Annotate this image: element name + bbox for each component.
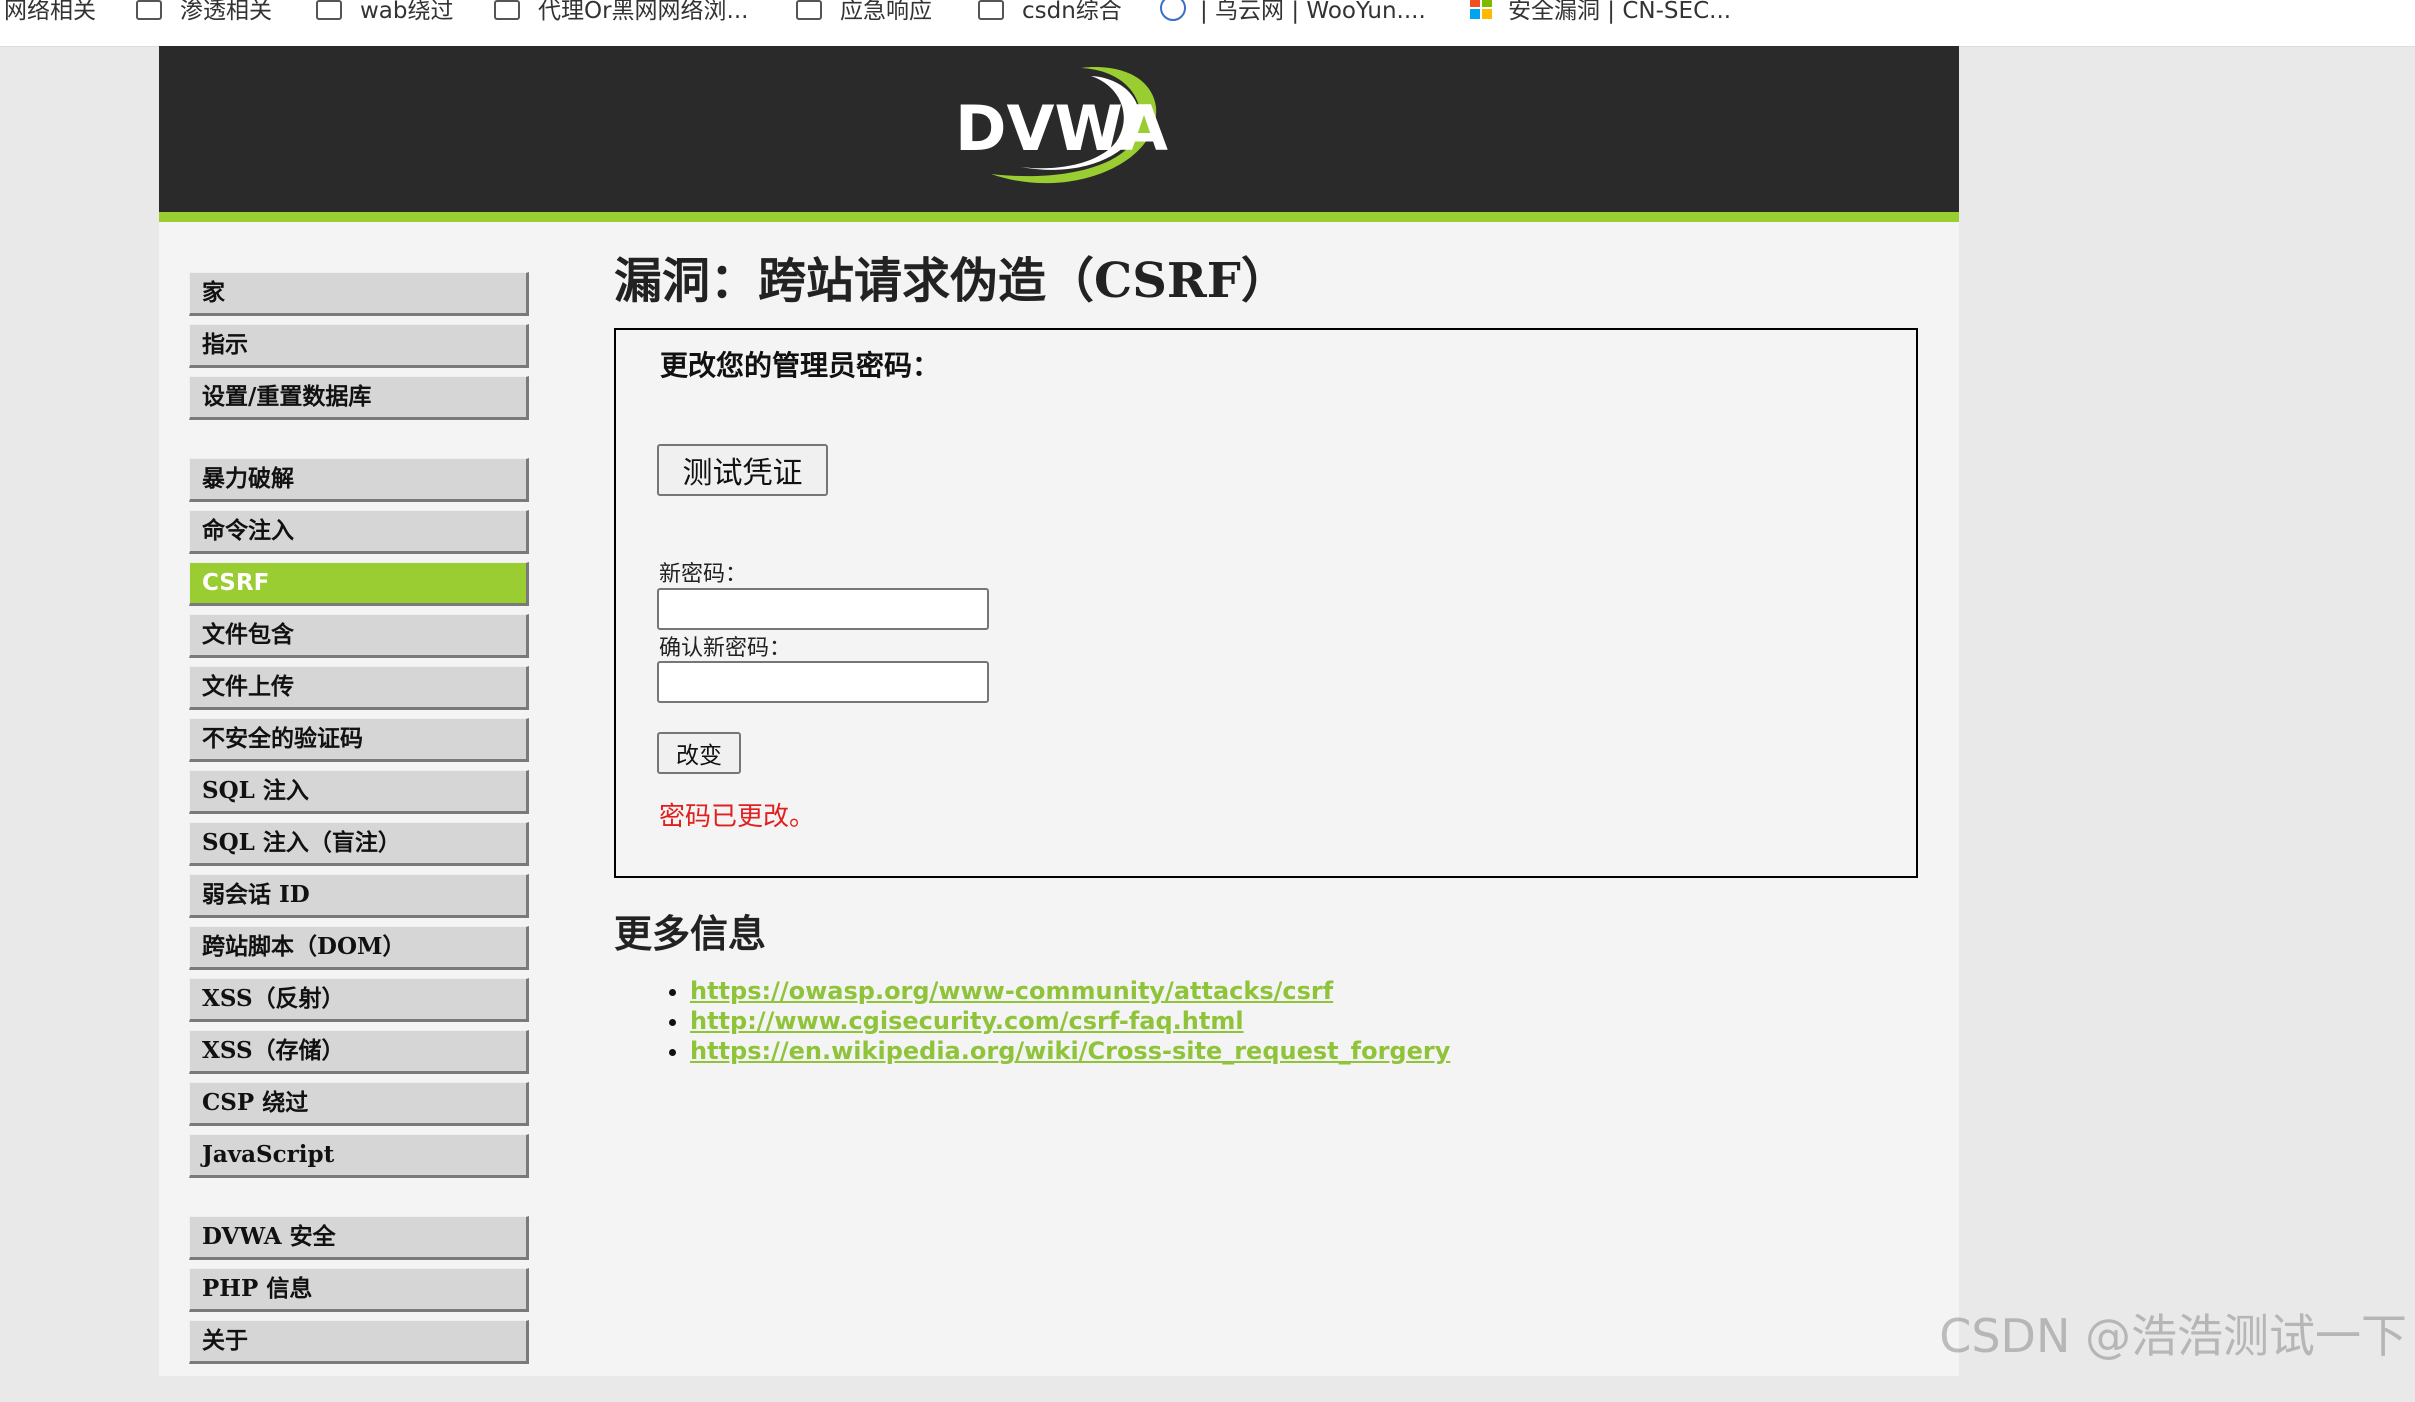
new-password-label: 新密码： [659, 556, 747, 588]
main-content: 漏洞：跨站请求伪造（CSRF） 更改您的管理员密码： 测试凭证 新密码： 确认新… [614, 246, 1924, 326]
bookmark-label: csdn综合 [1022, 0, 1122, 25]
bookmark-site[interactable]: 安全漏洞 | CN-SEC... [1470, 0, 1731, 26]
menu-item-command-injection[interactable]: 命令注入 [189, 510, 529, 554]
globe-icon [1160, 0, 1186, 21]
list-item: https://owasp.org/www-community/attacks/… [690, 976, 1450, 1006]
menu-item-file-upload[interactable]: 文件上传 [189, 666, 529, 710]
folder-icon [978, 0, 1004, 20]
bookmark-label: 应急响应 [840, 0, 932, 25]
change-button[interactable]: 改变 [657, 732, 741, 774]
folder-icon [796, 0, 822, 20]
menu-item-xss-stored[interactable]: XSS（存储） [189, 1030, 529, 1074]
bookmark-label: 安全漏洞 | CN-SEC... [1508, 0, 1731, 25]
menu-item-xss-reflected[interactable]: XSS（反射） [189, 978, 529, 1022]
folder-icon [494, 0, 520, 20]
watermark: CSDN @浩浩测试一下 [1939, 1300, 2407, 1366]
page-title: 漏洞：跨站请求伪造（CSRF） [614, 246, 1924, 326]
test-credentials-button[interactable]: 测试凭证 [657, 444, 828, 496]
form-heading: 更改您的管理员密码： [660, 344, 940, 384]
menu-item-javascript[interactable]: JavaScript [189, 1134, 529, 1178]
menu-block-vulnerabilities: 暴力破解 命令注入 CSRF 文件包含 文件上传 不安全的验证码 SQL 注入 … [189, 458, 529, 1178]
list-item: https://en.wikipedia.org/wiki/Cross-site… [690, 1036, 1450, 1066]
menu-item-file-inclusion[interactable]: 文件包含 [189, 614, 529, 658]
folder-icon [316, 0, 342, 20]
menu-item-dvwa-security[interactable]: DVWA 安全 [189, 1216, 529, 1260]
page-header: DVWA [159, 46, 1959, 222]
menu-item-sql-injection[interactable]: SQL 注入 [189, 770, 529, 814]
csrf-form-box: 更改您的管理员密码： 测试凭证 新密码： 确认新密码： 改变 密码已更改。 [614, 328, 1918, 878]
menu-item-home[interactable]: 家 [189, 272, 529, 316]
bookmark-label: | 乌云网 | WooYun.... [1200, 0, 1426, 25]
more-info-title: 更多信息 [614, 903, 766, 958]
menu-item-weak-session-id[interactable]: 弱会话 ID [189, 874, 529, 918]
menu-item-instructions[interactable]: 指示 [189, 324, 529, 368]
confirm-password-input[interactable] [657, 661, 989, 703]
bookmark-folder[interactable]: 渗透相关 [136, 0, 272, 26]
link-wikipedia-csrf[interactable]: https://en.wikipedia.org/wiki/Cross-site… [690, 1037, 1450, 1065]
dvwa-page: DVWA 家 指示 设置/重置数据库 暴力破解 命令注入 CSRF 文件包含 文… [159, 46, 1959, 1376]
bookmark-folder[interactable]: 应急响应 [796, 0, 932, 26]
logo-text: DVWA [955, 92, 1168, 165]
menu-item-brute-force[interactable]: 暴力破解 [189, 458, 529, 502]
menu-item-php-info[interactable]: PHP 信息 [189, 1268, 529, 1312]
menu-item-setup[interactable]: 设置/重置数据库 [189, 376, 529, 420]
bookmark-site[interactable]: | 乌云网 | WooYun.... [1160, 0, 1426, 26]
menu-item-csp-bypass[interactable]: CSP 绕过 [189, 1082, 529, 1126]
menu-item-insecure-captcha[interactable]: 不安全的验证码 [189, 718, 529, 762]
more-info-links: https://owasp.org/www-community/attacks/… [654, 976, 1450, 1066]
grid-icon [1470, 0, 1492, 19]
link-cgisecurity-csrf[interactable]: http://www.cgisecurity.com/csrf-faq.html [690, 1007, 1244, 1035]
bookmarks-bar: 网络相关 渗透相关 wab绕过 代理Or黑网网络浏... 应急响应 csdn综合… [0, 0, 2415, 47]
bookmark-label: 代理Or黑网网络浏... [538, 0, 749, 25]
dvwa-logo: DVWA [951, 62, 1171, 192]
bookmark-folder[interactable]: wab绕过 [316, 0, 454, 26]
menu-item-xss-dom[interactable]: 跨站脚本（DOM） [189, 926, 529, 970]
bookmark-label: wab绕过 [360, 0, 454, 25]
menu-item-csrf[interactable]: CSRF [189, 562, 529, 606]
status-message: 密码已更改。 [659, 796, 815, 833]
menu-block-info: DVWA 安全 PHP 信息 关于 [189, 1216, 529, 1364]
sidebar-menu: 家 指示 设置/重置数据库 暴力破解 命令注入 CSRF 文件包含 文件上传 不… [189, 272, 529, 1402]
bookmark-folder[interactable]: 代理Or黑网网络浏... [494, 0, 749, 26]
menu-block-general: 家 指示 设置/重置数据库 [189, 272, 529, 420]
bookmark-item[interactable]: 网络相关 [4, 0, 96, 26]
bookmark-label: 渗透相关 [180, 0, 272, 25]
folder-icon [136, 0, 162, 20]
bookmark-folder[interactable]: csdn综合 [978, 0, 1122, 26]
confirm-password-label: 确认新密码： [659, 630, 791, 662]
new-password-input[interactable] [657, 588, 989, 630]
bookmark-label: 网络相关 [4, 0, 96, 25]
list-item: http://www.cgisecurity.com/csrf-faq.html [690, 1006, 1450, 1036]
link-owasp-csrf[interactable]: https://owasp.org/www-community/attacks/… [690, 977, 1333, 1005]
menu-item-sql-injection-blind[interactable]: SQL 注入（盲注） [189, 822, 529, 866]
menu-item-about[interactable]: 关于 [189, 1320, 529, 1364]
